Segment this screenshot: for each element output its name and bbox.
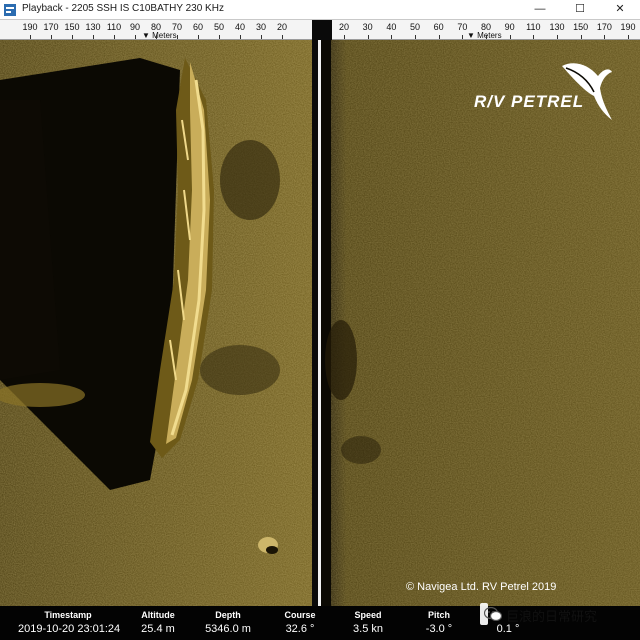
altitude-label: Altitude [141,610,175,620]
status-speed: Speed 3.5 kn [328,606,408,640]
ruler-tick-label: 30 [362,22,373,32]
ruler-tick-label: 150 [64,22,80,32]
ruler-tick-mark [533,35,535,39]
ruler-tick-label: 50 [213,22,225,32]
depth-label: Depth [215,610,241,620]
maximize-button[interactable]: ☐ [560,0,600,19]
ruler-tick-mark [344,35,345,39]
ruler-tick-mark [604,35,606,39]
ruler-tick-label: 110 [106,22,122,32]
ruler-tick-mark [415,35,416,39]
ruler-tick-mark [219,35,220,39]
ruler-tick-label: 40 [234,22,246,32]
status-altitude: Altitude 25.4 m [118,606,198,640]
ruler-tick-label: 20 [338,22,350,32]
ruler-tick-label: 30 [255,22,267,32]
ruler-tick-label: 90 [129,22,141,32]
app-icon [4,4,16,16]
ruler-tick-mark [240,35,241,39]
wechat-icon [484,607,502,621]
ruler-tick-label: 20 [276,22,288,32]
ruler-tick-mark [509,35,511,39]
ruler-tick-label: 150 [573,22,589,32]
ruler-tick-label: 70 [171,22,183,32]
ruler-tick-mark [367,35,369,39]
ruler-tick-mark [114,35,115,39]
starboard-sonar-image[interactable] [321,40,640,606]
port-range-ruler: ▼ Meters 190 170 150 130 110 90 80 70 60 50 40 30 20 [0,20,312,40]
ruler-tick-mark [93,35,94,39]
units-label-right: ▼ Meters [467,31,502,40]
ruler-tick-label: 190 [22,22,38,32]
ruler-tick-mark [261,35,262,39]
ruler-tick-mark [486,35,487,39]
ruler-tick-label: 90 [504,22,515,32]
ruler-tick-label: 190 [620,22,636,32]
ruler-tick-mark [72,35,73,39]
depth-value: 5346.0 m [205,623,251,635]
title-bar: Playback - 2205 SSH IS C10BATHY 230 KHz … [0,0,640,20]
ruler-tick-mark [391,35,393,39]
minimize-button[interactable]: — [520,0,560,19]
units-label-left: ▼ Meters [142,31,177,40]
ruler-tick-label: 40 [386,22,397,32]
speed-value: 3.5 kn [353,623,383,635]
ruler-tick-label: 130 [85,22,101,32]
status-timestamp: Timestamp 2019-10-20 23:01:24 [18,606,121,640]
ruler-tick-mark [156,35,157,39]
ruler-tick-mark [198,35,199,39]
status-depth: Depth 5346.0 m [188,606,268,640]
close-button[interactable]: ✕ [600,0,640,19]
ruler-tick-label: 110 [526,22,541,32]
ruler-tick-label: 60 [192,22,204,32]
ruler-tick-mark [580,35,582,39]
speed-label: Speed [354,610,382,620]
ruler-tick-label: 130 [549,22,565,32]
starboard-range-ruler: ▼ Meters 20 30 40 50 60 70 80 90 110 130 150 170 190 [332,20,640,40]
ruler-tick-mark [30,35,31,39]
watermark-text: 巨浪的日常研究 [506,610,598,625]
ruler-tick-label: 80 [480,22,492,32]
ruler-tick-mark [628,35,629,39]
ruler-tick-label: 170 [596,22,612,32]
altitude-value: 25.4 m [141,623,175,635]
ruler-tick-label: 60 [433,22,444,32]
timestamp-label: Timestamp [44,610,92,620]
ruler-tick-mark [177,35,178,39]
timestamp-value: 2019-10-20 23:01:24 [18,623,121,635]
ruler-tick-label: 70 [457,22,468,32]
ruler-tick-label: 80 [150,22,162,32]
ruler-tick-mark [557,35,558,39]
pitch-value: -3.0 ° [425,623,453,635]
ruler-tick-mark [282,35,283,39]
copyright-notice: © Navigea Ltd. RV Petrel 2019 [406,581,557,593]
status-pitch: Pitch -3.0 ° [399,606,479,640]
units-text-right: Meters [477,31,502,40]
ruler-tick-label: 170 [43,22,59,32]
ruler-tick-mark [438,35,440,39]
ruler-tick-label: 50 [409,22,421,32]
petrel-bird-icon [562,63,612,120]
window-title: Playback - 2205 SSH IS C10BATHY 230 KHz [22,3,224,14]
watermark: 巨浪的日常研究 [480,603,597,625]
ruler-tick-mark [135,35,136,39]
pitch-label: Pitch [427,610,450,620]
ruler-tick-mark [51,35,52,39]
port-sonar-image[interactable] [0,40,312,606]
ruler-tick-mark [462,35,464,39]
brand-name: R/V PETREL [474,92,585,111]
